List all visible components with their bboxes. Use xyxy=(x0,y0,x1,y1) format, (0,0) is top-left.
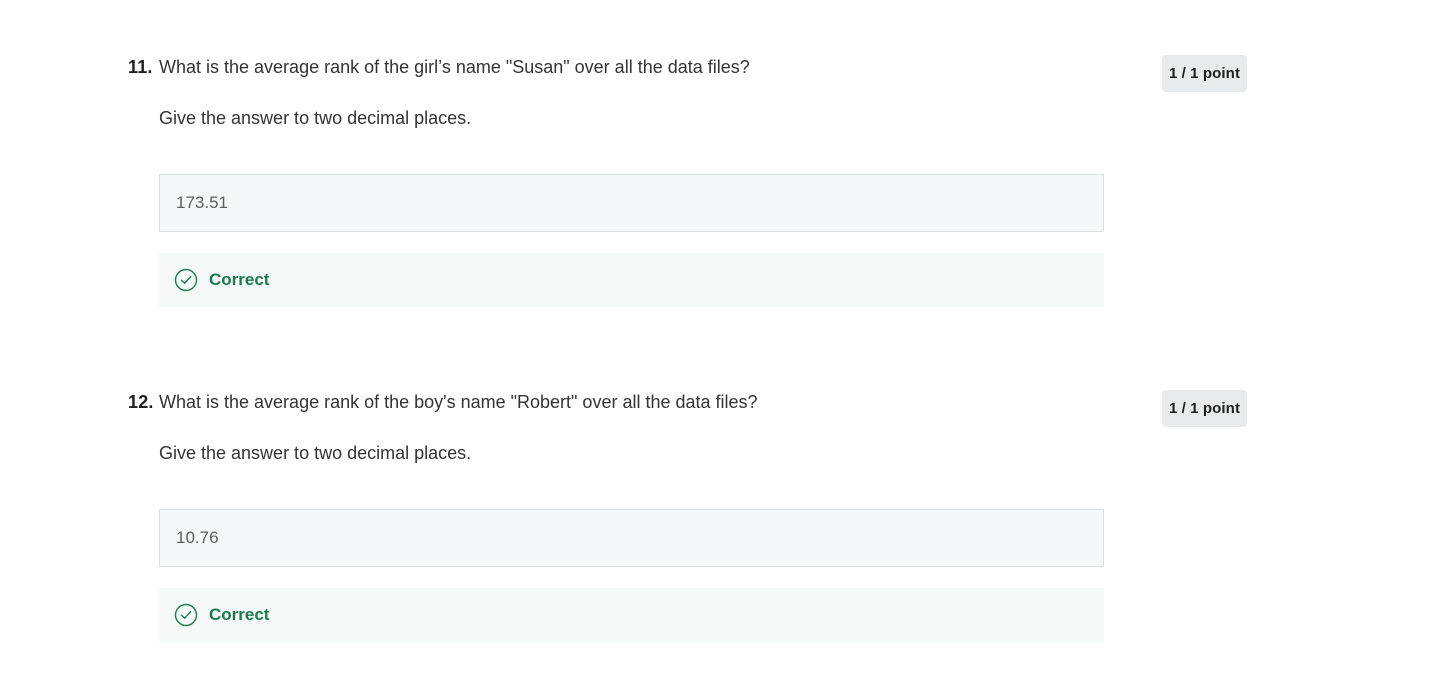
question-header: 12. What is the average rank of the boy'… xyxy=(128,392,758,413)
question-text: What is the average rank of the girl’s n… xyxy=(159,57,750,77)
question-instruction: Give the answer to two decimal places. xyxy=(159,443,472,463)
check-circle-icon xyxy=(174,268,198,292)
answer-value: 10.76 xyxy=(176,528,219,547)
question-text: What is the average rank of the boy's na… xyxy=(159,392,758,412)
question-header: 11. What is the average rank of the girl… xyxy=(128,57,750,78)
check-circle-icon xyxy=(174,603,198,627)
feedback-label: Correct xyxy=(209,270,270,289)
points-badge: 1 / 1 point xyxy=(1162,390,1247,427)
answer-value: 173.51 xyxy=(176,193,228,212)
quiz-results-page: 11. What is the average rank of the girl… xyxy=(0,0,1430,684)
feedback-banner: Correct xyxy=(159,253,1104,307)
feedback-banner: Correct xyxy=(159,588,1104,642)
answer-field[interactable]: 10.76 xyxy=(159,509,1104,567)
feedback-label: Correct xyxy=(209,605,270,624)
question-instruction: Give the answer to two decimal places. xyxy=(159,108,472,128)
points-badge: 1 / 1 point xyxy=(1162,55,1247,92)
answer-field[interactable]: 173.51 xyxy=(159,174,1104,232)
question-number: 11. xyxy=(128,57,153,77)
question-number: 12. xyxy=(128,392,154,412)
